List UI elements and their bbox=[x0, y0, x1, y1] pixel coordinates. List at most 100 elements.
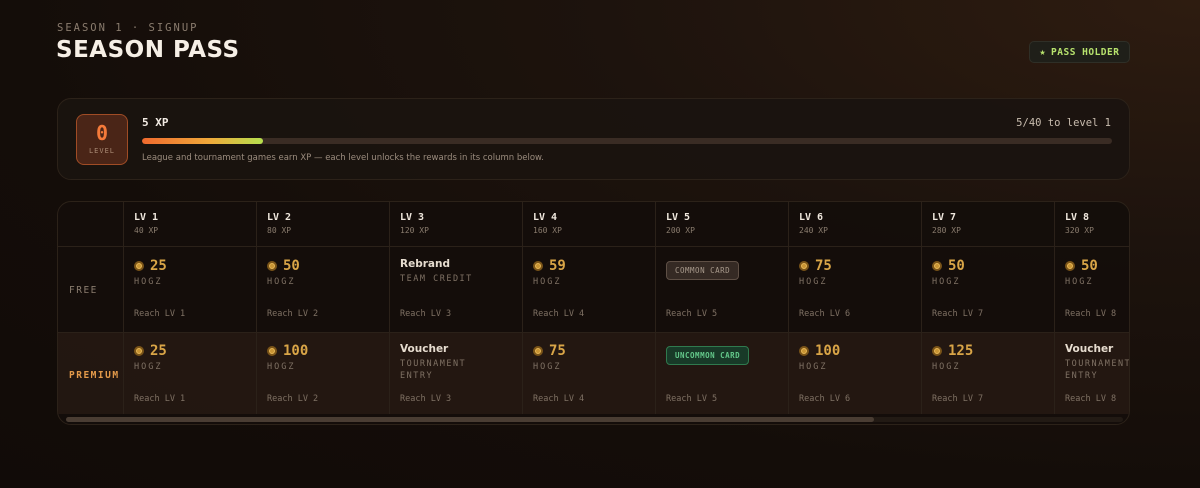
level-column: LV 8 320 XP 50 HOGZ Reach LV 8 Voucher TOURNAM… bbox=[1055, 202, 1129, 414]
reward-amount: 25 bbox=[134, 258, 259, 274]
premium-reward[interactable]: Voucher TOURNAMENT ENTRY bbox=[1065, 343, 1129, 382]
reward-amount: 125 bbox=[932, 343, 1057, 359]
pass-holder-label: PASS HOLDER bbox=[1051, 46, 1120, 58]
coin-icon bbox=[932, 261, 942, 271]
reward-amount: 59 bbox=[533, 258, 658, 274]
reward-unit: HOGZ bbox=[1065, 277, 1094, 287]
coin-icon bbox=[533, 346, 543, 356]
xp-progress-card: 0 LEVEL 5 XP 5/40 to level 1 League and … bbox=[57, 98, 1130, 180]
reward-amount: 100 bbox=[799, 343, 924, 359]
level-xp: 80 XP bbox=[267, 226, 292, 235]
level-column: LV 5 200 XP COMMON CARD Reach LV 5 UNCOMMON … bbox=[656, 202, 789, 414]
premium-reward[interactable]: UNCOMMON CARD bbox=[666, 343, 791, 365]
level-label: LEVEL bbox=[88, 147, 116, 155]
reward-track[interactable]: FREE PREMIUM LV 1 40 XP 25 HOGZ Reach LV 1 25… bbox=[57, 201, 1130, 425]
coin-icon bbox=[533, 261, 543, 271]
free-reward[interactable]: 50 HOGZ bbox=[267, 258, 392, 287]
reward-unit: HOGZ bbox=[267, 362, 296, 372]
level-header: LV 4 160 XP bbox=[533, 212, 562, 235]
reward-unit: HOGZ bbox=[533, 277, 562, 287]
reach-requirement: Reach LV 1 bbox=[134, 309, 186, 319]
level-number: 0 bbox=[95, 121, 109, 145]
star-icon: ★ bbox=[1039, 46, 1047, 58]
level-header: LV 1 40 XP bbox=[134, 212, 158, 235]
reach-requirement: Reach LV 8 bbox=[1065, 394, 1117, 404]
reward-unit: HOGZ bbox=[932, 277, 961, 287]
reward-amount: 75 bbox=[533, 343, 658, 359]
reward-name: Voucher bbox=[400, 343, 449, 355]
coin-icon bbox=[134, 346, 144, 356]
horizontal-scrollbar[interactable] bbox=[66, 417, 1123, 422]
reward-name: Voucher bbox=[1065, 343, 1114, 355]
reward-unit: HOGZ bbox=[134, 362, 163, 372]
xp-progress-fill bbox=[142, 138, 264, 144]
reward-unit: HOGZ bbox=[134, 277, 163, 287]
level-xp: 40 XP bbox=[134, 226, 159, 235]
reach-requirement: Reach LV 3 bbox=[400, 394, 452, 404]
reach-requirement: Reach LV 5 bbox=[666, 309, 718, 319]
reach-requirement: Reach LV 4 bbox=[533, 309, 585, 319]
level-label: LV 3 bbox=[400, 212, 425, 223]
reward-amount: 25 bbox=[134, 343, 259, 359]
reward-value: 50 bbox=[948, 258, 965, 274]
season-eyebrow: SEASON 1 · SIGNUP bbox=[57, 22, 199, 34]
level-label: LV 5 bbox=[666, 212, 691, 223]
coin-icon bbox=[799, 346, 809, 356]
level-column: LV 3 120 XP Rebrand TEAM CREDIT Reach LV 3 Vo… bbox=[390, 202, 523, 414]
level-label: LV 1 bbox=[134, 212, 159, 223]
level-xp: 320 XP bbox=[1065, 226, 1094, 235]
reward-value: 25 bbox=[150, 343, 167, 359]
coin-icon bbox=[134, 261, 144, 271]
reward-unit: HOGZ bbox=[533, 362, 562, 372]
level-label: LV 6 bbox=[799, 212, 824, 223]
xp-note: League and tournament games earn XP — ea… bbox=[142, 153, 544, 163]
reach-requirement: Reach LV 7 bbox=[932, 309, 984, 319]
premium-row-label: PREMIUM bbox=[69, 370, 120, 381]
premium-reward[interactable]: 100 HOGZ bbox=[267, 343, 392, 372]
free-reward[interactable]: 50 HOGZ bbox=[1065, 258, 1129, 287]
reach-requirement: Reach LV 7 bbox=[932, 394, 984, 404]
xp-next-level: 5/40 to level 1 bbox=[1016, 117, 1111, 129]
level-xp: 160 XP bbox=[533, 226, 562, 235]
coin-icon bbox=[267, 346, 277, 356]
row-label-column: FREE PREMIUM bbox=[58, 202, 124, 414]
reward-unit: HOGZ bbox=[799, 277, 828, 287]
free-reward[interactable]: 59 HOGZ bbox=[533, 258, 658, 287]
premium-reward[interactable]: 125 HOGZ bbox=[932, 343, 1057, 372]
coin-icon bbox=[799, 261, 809, 271]
reward-amount: 75 bbox=[799, 258, 924, 274]
uncommon-card-badge: UNCOMMON CARD bbox=[666, 346, 750, 365]
free-reward[interactable]: 75 HOGZ bbox=[799, 258, 924, 287]
reward-amount: 50 bbox=[267, 258, 392, 274]
level-xp: 280 XP bbox=[932, 226, 961, 235]
reach-requirement: Reach LV 8 bbox=[1065, 309, 1117, 319]
free-reward[interactable]: Rebrand TEAM CREDIT bbox=[400, 258, 525, 285]
free-reward[interactable]: COMMON CARD bbox=[666, 258, 791, 280]
common-card-badge: COMMON CARD bbox=[666, 261, 740, 280]
reward-value: 50 bbox=[283, 258, 300, 274]
scrollbar-thumb[interactable] bbox=[66, 417, 874, 422]
reach-requirement: Reach LV 6 bbox=[799, 394, 851, 404]
reward-value: 75 bbox=[549, 343, 566, 359]
reach-requirement: Reach LV 6 bbox=[799, 309, 851, 319]
level-header: LV 7 280 XP bbox=[932, 212, 961, 235]
premium-reward[interactable]: Voucher TOURNAMENT ENTRY bbox=[400, 343, 525, 382]
level-xp: 120 XP bbox=[400, 226, 429, 235]
reach-requirement: Reach LV 5 bbox=[666, 394, 718, 404]
level-label: LV 2 bbox=[267, 212, 292, 223]
premium-reward[interactable]: 25 HOGZ bbox=[134, 343, 259, 372]
reward-value: 59 bbox=[549, 258, 566, 274]
free-reward[interactable]: 25 HOGZ bbox=[134, 258, 259, 287]
coin-icon bbox=[1065, 261, 1075, 271]
premium-reward[interactable]: 75 HOGZ bbox=[533, 343, 658, 372]
level-label: LV 8 bbox=[1065, 212, 1090, 223]
xp-value: 5 XP bbox=[142, 116, 169, 129]
coin-icon bbox=[267, 261, 277, 271]
premium-reward[interactable]: 100 HOGZ bbox=[799, 343, 924, 372]
reward-name: Rebrand bbox=[400, 258, 450, 270]
reward-unit: HOGZ bbox=[267, 277, 296, 287]
pass-holder-badge: ★ PASS HOLDER bbox=[1029, 41, 1130, 63]
reward-grid: FREE PREMIUM LV 1 40 XP 25 HOGZ Reach LV 1 25… bbox=[58, 202, 1129, 414]
reward-value: 50 bbox=[1081, 258, 1098, 274]
free-reward[interactable]: 50 HOGZ bbox=[932, 258, 1057, 287]
